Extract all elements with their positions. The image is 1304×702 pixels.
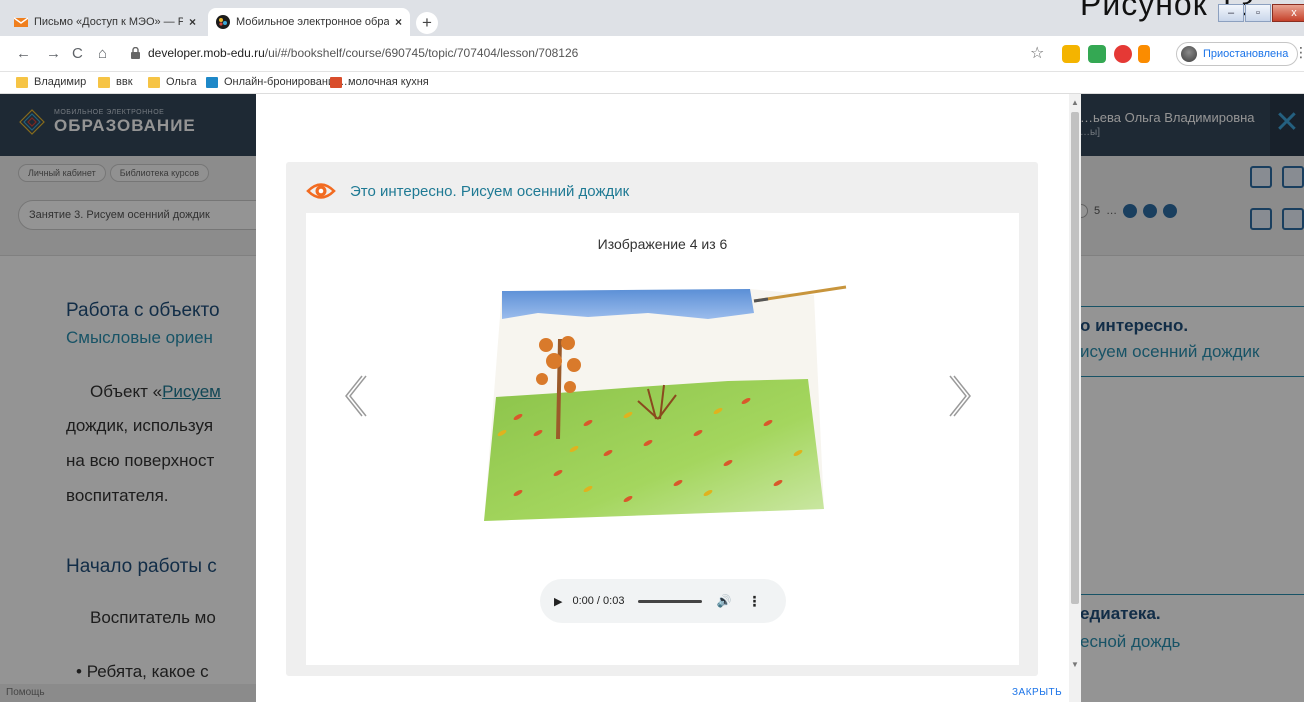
forward-icon[interactable]: → [46, 45, 61, 63]
bookmark-label: Ольга [166, 76, 197, 88]
lock-icon [131, 47, 140, 59]
image-counter: Изображение 4 из 6 [597, 236, 728, 252]
address-bar[interactable]: developer.mob-edu.ru/ui/#/bookshelf/cour… [148, 46, 578, 60]
star-icon[interactable]: ☆ [1030, 43, 1044, 63]
reload-icon[interactable]: C [72, 45, 83, 63]
more-options-icon[interactable]: ⋮ [747, 593, 761, 610]
browser-tab-strip: Рисунок 13. Письмо «Доступ к МЭО» — Ро… … [0, 0, 1304, 36]
meo-favicon-icon [216, 15, 230, 29]
restore-button[interactable]: ▫ [1245, 4, 1271, 22]
bookmark-label: ввк [116, 76, 133, 88]
eye-icon [306, 183, 336, 199]
avatar [1181, 46, 1197, 62]
image-gallery: Изображение 4 из 6 ▶ 0:00 / 0:03 🔊 ⋮ [306, 213, 1019, 665]
audio-progress-slider[interactable] [638, 599, 703, 603]
browser-tab-meo[interactable]: Мобильное электронное обра: × [208, 8, 410, 36]
scrollbar-thumb[interactable] [1071, 112, 1079, 604]
url-path: /ui/#/bookshelf/course/690745/topic/7074… [264, 46, 579, 60]
browser-toolbar: ← → C ⌂ developer.mob-edu.ru/ui/#/booksh… [0, 36, 1304, 72]
close-icon[interactable]: × [189, 15, 196, 29]
folder-icon [16, 76, 28, 88]
bookmark-label: молочная кухня [348, 76, 429, 88]
bookmark-item[interactable]: ввк [98, 76, 133, 88]
mail-icon [14, 17, 28, 27]
back-icon[interactable]: ← [16, 45, 31, 63]
booking-icon [206, 76, 218, 88]
bookmarks-bar: Владимир ввк Ольга Онлайн-бронирование… … [0, 72, 1304, 94]
close-icon[interactable]: × [395, 15, 402, 29]
home-icon[interactable]: ⌂ [98, 45, 107, 63]
extension-icon[interactable] [1088, 45, 1106, 63]
menu-kebab-icon[interactable]: ⋮ [1294, 44, 1304, 61]
audio-player: ▶ 0:00 / 0:03 🔊 ⋮ [540, 579, 786, 623]
browser-tab-mail[interactable]: Письмо «Доступ к МЭО» — Ро… × [6, 8, 204, 36]
chevron-left-icon[interactable] [340, 373, 370, 419]
tab-title: Письмо «Доступ к МЭО» — Ро… [34, 16, 183, 28]
bookmark-item[interactable]: Ольга [148, 76, 196, 88]
chevron-right-icon[interactable] [946, 373, 976, 419]
kitchen-icon [330, 76, 342, 88]
url-domain: developer.mob-edu.ru [148, 46, 265, 60]
profile-status: Приостановлена [1203, 48, 1289, 60]
minimize-button[interactable]: – [1218, 4, 1244, 22]
audio-time: 0:00 / 0:03 [572, 595, 625, 607]
scroll-down-icon[interactable]: ▼ [1071, 660, 1079, 669]
media-card-header: Это интересно. Рисуем осенний дождик [306, 176, 629, 206]
profile-button[interactable]: Приостановлена [1176, 42, 1299, 66]
modal-scrollbar[interactable]: ▲ ▼ [1069, 94, 1081, 702]
bookmark-item[interactable]: молочная кухня [330, 76, 429, 88]
extension-icon[interactable] [1062, 45, 1080, 63]
window-close-button[interactable]: x [1272, 4, 1304, 22]
close-button[interactable]: ЗАКРЫТЬ [1012, 687, 1062, 698]
bookmark-item[interactable]: Владимир [16, 76, 86, 88]
bookmark-label: Владимир [34, 76, 87, 88]
new-tab-button[interactable]: + [416, 12, 438, 34]
folder-icon [98, 76, 110, 88]
extension-icon[interactable] [1138, 45, 1150, 63]
gallery-image [484, 285, 847, 521]
window-controls: – ▫ x [1218, 4, 1304, 22]
volume-icon[interactable]: 🔊 [716, 594, 731, 608]
tab-title: Мобильное электронное обра: [236, 16, 389, 28]
folder-icon [148, 76, 160, 88]
scroll-up-icon[interactable]: ▲ [1071, 98, 1079, 107]
play-icon[interactable]: ▶ [554, 595, 562, 608]
media-card-title: Это интересно. Рисуем осенний дождик [350, 182, 630, 200]
extension-icon[interactable] [1114, 45, 1132, 63]
